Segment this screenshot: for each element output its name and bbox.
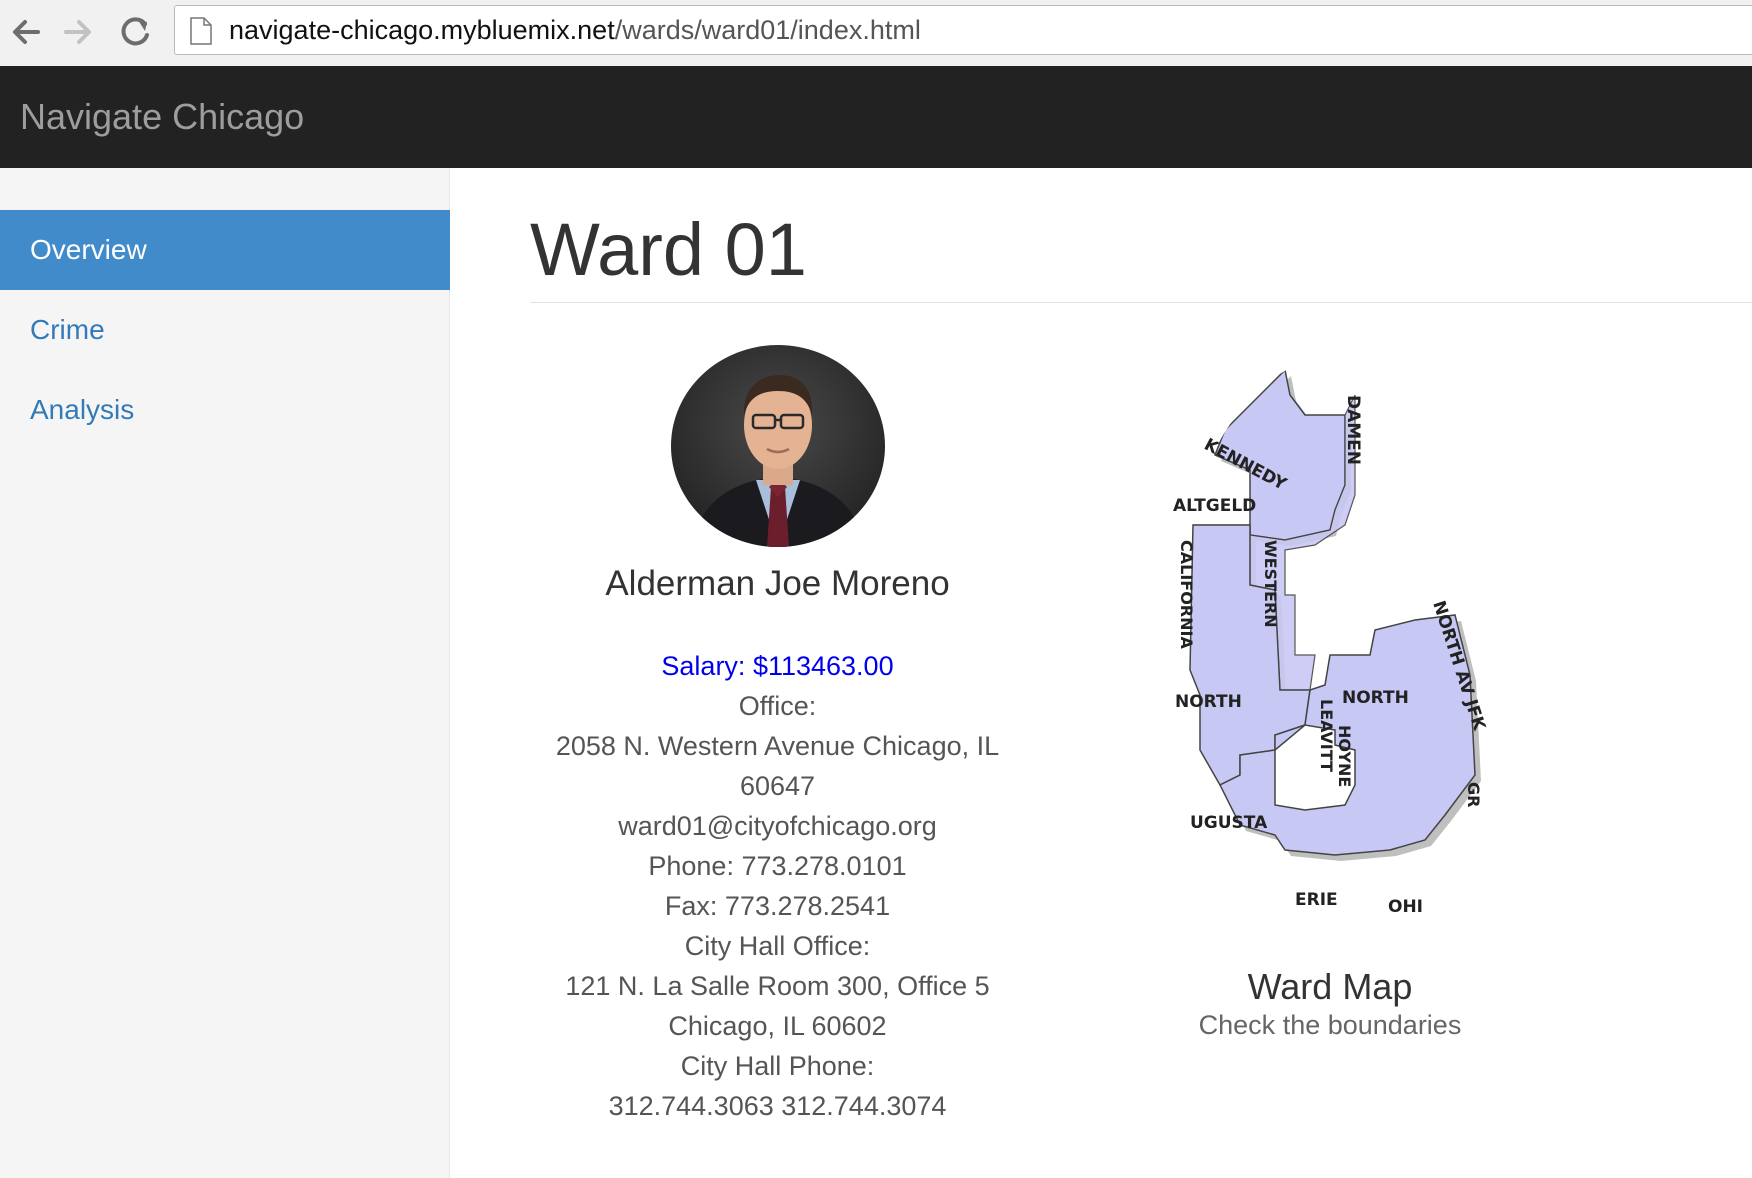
map-label-augusta: UGUSTA [1190, 813, 1268, 833]
city-hall-label: City Hall Office: [684, 931, 871, 961]
office-address-line2: 60647 [739, 771, 816, 801]
map-label-north-right: NORTH [1342, 688, 1409, 708]
map-label-leavitt: LEAVITT [1317, 699, 1336, 772]
ward-map[interactable]: KENNEDY DAMEN ALTGELD CALIFORNIA WESTERN… [1155, 355, 1500, 940]
salary-text: Salary: $113463.00 [661, 651, 894, 681]
url-path: /wards/ward01/index.html [614, 15, 921, 45]
url-text: navigate-chicago.mybluemix.net/wards/war… [229, 15, 921, 45]
browser-toolbar: navigate-chicago.mybluemix.net/wards/war… [0, 0, 1752, 67]
map-label-erie: ERIE [1295, 890, 1338, 910]
back-arrow-icon[interactable] [4, 10, 48, 54]
top-navbar: Navigate Chicago [0, 66, 1752, 168]
map-label-california: CALIFORNIA [1177, 540, 1196, 649]
page-title: Ward 01 [530, 208, 807, 291]
map-label-altgeld: ALTGELD [1173, 496, 1256, 516]
map-label-western: WESTERN [1261, 540, 1280, 628]
reload-icon[interactable] [114, 10, 158, 54]
city-hall-phone-label: City Hall Phone: [680, 1051, 875, 1081]
sidebar: Overview Crime Analysis [0, 168, 450, 1178]
email-text: ward01@cityofchicago.org [618, 811, 937, 841]
phone-text: Phone: 773.278.0101 [648, 851, 907, 881]
brand-link[interactable]: Navigate Chicago [20, 96, 304, 138]
alderman-photo [671, 345, 885, 547]
forward-arrow-icon[interactable] [56, 10, 100, 54]
sidebar-item-overview[interactable]: Overview [0, 210, 450, 290]
map-label-north-left: NORTH [1175, 692, 1242, 712]
page-icon [190, 17, 212, 45]
ward-map-subtitle: Check the boundaries [1198, 1010, 1462, 1040]
url-host: navigate-chicago.mybluemix.net [229, 15, 615, 45]
address-bar[interactable]: navigate-chicago.mybluemix.net/wards/war… [174, 5, 1752, 55]
fax-text: Fax: 773.278.2541 [664, 891, 891, 921]
sidebar-item-analysis[interactable]: Analysis [0, 370, 450, 450]
alderman-name: Alderman Joe Moreno [605, 564, 950, 603]
alderman-contact-info: Salary: $113463.00 Office: 2058 N. Weste… [530, 646, 1025, 1126]
sidebar-item-crime[interactable]: Crime [0, 290, 450, 370]
ward-map-title: Ward Map [1247, 966, 1413, 1007]
city-hall-address-line1: 121 N. La Salle Room 300, Office 5 [565, 971, 990, 1001]
map-label-damen: DAMEN [1343, 395, 1363, 465]
office-label: Office: [738, 691, 817, 721]
office-address-line1: 2058 N. Western Avenue Chicago, IL [555, 731, 1000, 761]
city-hall-address-line2: Chicago, IL 60602 [668, 1011, 887, 1041]
map-label-hoyne: HOYNE [1335, 725, 1354, 787]
map-label-ohio: OHI [1388, 897, 1423, 917]
title-divider [530, 302, 1752, 303]
map-label-gr: GR [1464, 782, 1483, 807]
city-hall-phones: 312.744.3063 312.744.3074 [608, 1091, 947, 1121]
